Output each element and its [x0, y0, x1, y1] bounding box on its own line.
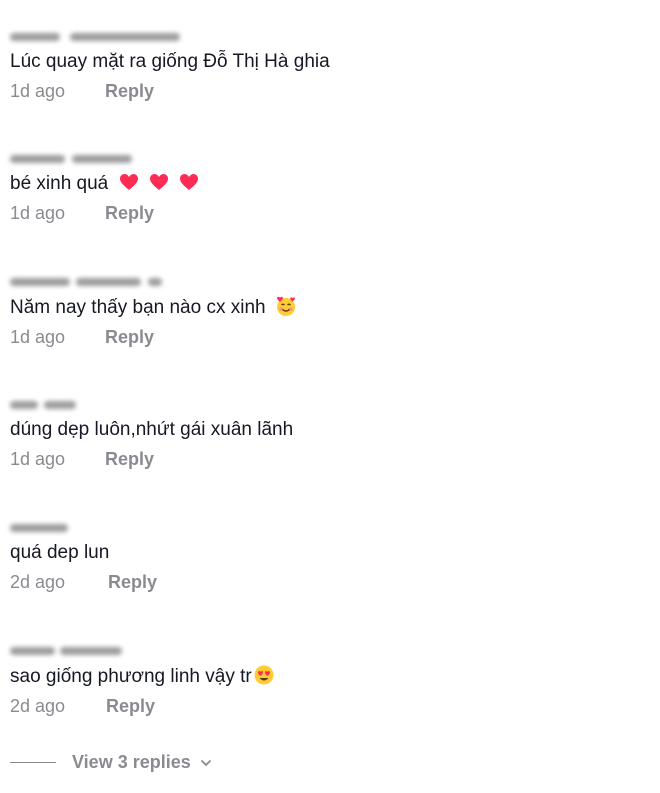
comment-text: sao giống phương linh vậy tr [10, 664, 650, 689]
replies-divider [10, 762, 56, 763]
comment-text: Năm nay thấy bạn nào cx xinh [10, 295, 650, 320]
comment-text: dúng dẹp luôn,nhứt gái xuân lãnh [10, 418, 650, 442]
heart-icon [180, 174, 199, 190]
comment-text-value: Năm nay thấy bạn nào cx xinh [10, 297, 266, 318]
reply-button[interactable]: Reply [105, 80, 154, 102]
reply-button[interactable]: Reply [105, 202, 154, 224]
comment-meta: 1d ago Reply [10, 326, 650, 348]
comment-text: quá dep lun [10, 541, 650, 565]
comment-time: 1d ago [10, 327, 66, 347]
username-blurred[interactable] [10, 398, 180, 412]
comment-meta: 2d ago Reply [10, 571, 650, 593]
comment-item: bé xinh quá 1d ago Reply [10, 152, 650, 224]
username-blurred[interactable] [10, 275, 180, 289]
username-blurred[interactable] [10, 152, 180, 166]
username-blurred[interactable] [10, 521, 180, 535]
reply-button[interactable]: Reply [105, 448, 154, 470]
comment-meta: 2d ago Reply [10, 695, 650, 717]
heart-icon [119, 174, 138, 190]
username-blurred[interactable] [10, 644, 180, 658]
view-replies-label: View 3 replies [72, 752, 191, 772]
comment-meta: 1d ago Reply [10, 80, 650, 102]
comment-item: quá dep lun 2d ago Reply [10, 521, 650, 593]
reply-button[interactable]: Reply [108, 571, 157, 593]
chevron-down-icon [200, 759, 211, 766]
comment-text-value: Lúc quay mặt ra giống Đỗ Thị Hà ghia [10, 51, 330, 72]
comment-text-value: quá dep lun [10, 542, 110, 563]
comment-item: Năm nay thấy bạn nào cx xinh 1d ago Repl… [10, 275, 650, 348]
comment-item: Lúc quay mặt ra giống Đỗ Thị Hà ghia 1d … [10, 30, 650, 102]
comment-time: 2d ago [10, 696, 66, 716]
username-blurred[interactable] [10, 30, 180, 44]
heart-icon [149, 174, 168, 190]
comment-text-value: dúng dẹp luôn,nhứt gái xuân lãnh [10, 419, 294, 440]
comment-item: dúng dẹp luôn,nhứt gái xuân lãnh 1d ago … [10, 398, 650, 470]
heart-eyes-icon [254, 665, 274, 685]
reply-button[interactable]: Reply [105, 326, 154, 348]
comment-meta: 1d ago Reply [10, 202, 650, 224]
comment-time: 1d ago [10, 81, 66, 101]
comment-text: bé xinh quá [10, 172, 650, 196]
comment-text-value: bé xinh quá [10, 173, 109, 194]
comment-item: sao giống phương linh vậy tr 2d ago Repl… [10, 644, 650, 717]
comment-text-value: sao giống phương linh vậy tr [10, 666, 252, 687]
comment-meta: 1d ago Reply [10, 448, 650, 470]
reply-button[interactable]: Reply [106, 695, 155, 717]
comment-time: 1d ago [10, 449, 66, 469]
comment-time: 1d ago [10, 203, 66, 223]
comment-text: Lúc quay mặt ra giống Đỗ Thị Hà ghia [10, 50, 650, 74]
view-replies-button[interactable]: View 3 replies [10, 752, 213, 773]
comment-time: 2d ago [10, 572, 66, 592]
smiling-face-with-hearts-icon [276, 296, 295, 316]
